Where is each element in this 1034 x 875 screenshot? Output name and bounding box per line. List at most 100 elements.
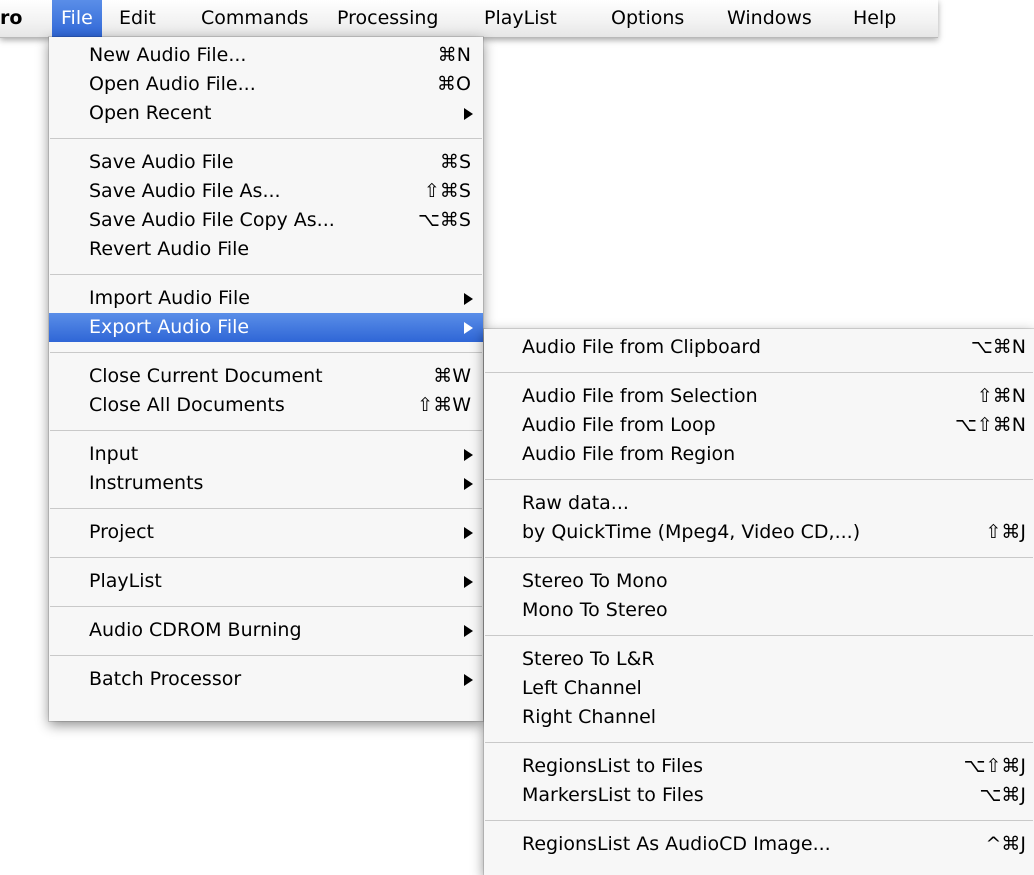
menu-item-save-audio-file[interactable]: Save Audio File ⌘S: [49, 148, 483, 177]
shortcut-label: ⌘S: [439, 151, 471, 173]
shortcut-label: ⌥⌘S: [418, 209, 471, 231]
menu-item-stereo-to-mono[interactable]: Stereo To Mono: [484, 567, 1034, 596]
menu-item-label: Left Channel: [522, 677, 642, 699]
menu-item-open-audio-file[interactable]: Open Audio File... ⌘O: [49, 70, 483, 99]
menu-playlist[interactable]: PlayList: [475, 0, 566, 37]
menu-item-label: Save Audio File Copy As...: [89, 209, 335, 231]
menu-item-audio-file-from-clipboard[interactable]: Audio File from Clipboard ⌥⌘N: [484, 333, 1034, 362]
menu-file[interactable]: File: [52, 0, 102, 37]
menu-item-revert-audio-file[interactable]: Revert Audio File: [49, 235, 483, 264]
app-menu[interactable]: ro: [0, 0, 22, 37]
menu-separator: [50, 557, 482, 558]
menu-item-markerslist-to-files[interactable]: MarkersList to Files ⌥⌘J: [484, 781, 1034, 810]
shortcut-label: ^⌘J: [985, 833, 1026, 855]
shortcut-label: ⌘W: [433, 365, 471, 387]
menu-item-export-audio-file[interactable]: Export Audio File: [49, 313, 483, 342]
menu-item-instruments[interactable]: Instruments: [49, 469, 483, 498]
submenu-arrow-icon: [464, 293, 473, 305]
menu-separator: [50, 352, 482, 353]
menu-item-label: Instruments: [89, 472, 204, 494]
menu-separator: [50, 655, 482, 656]
menu-separator: [485, 372, 1033, 373]
menu-item-label: Audio File from Loop: [522, 414, 716, 436]
submenu-arrow-icon: [464, 108, 473, 120]
menu-item-label: Save Audio File: [89, 151, 234, 173]
menu-separator: [50, 508, 482, 509]
menu-bar: ro File Edit Commands Processing PlayLis…: [0, 0, 938, 38]
menu-item-audio-file-from-selection[interactable]: Audio File from Selection ⇧⌘N: [484, 382, 1034, 411]
menu-item-regionslist-as-audiocd-image[interactable]: RegionsList As AudioCD Image... ^⌘J: [484, 830, 1034, 859]
menu-item-regionslist-to-files[interactable]: RegionsList to Files ⌥⇧⌘J: [484, 752, 1034, 781]
menu-item-close-all-documents[interactable]: Close All Documents ⇧⌘W: [49, 391, 483, 420]
shortcut-label: ⌘O: [437, 73, 471, 95]
shortcut-label: ⇧⌘W: [417, 394, 471, 416]
menu-item-label: MarkersList to Files: [522, 784, 704, 806]
shortcut-label: ⇧⌘S: [424, 180, 471, 202]
menu-item-label: Audio File from Region: [522, 443, 736, 465]
menu-item-label: Export Audio File: [89, 316, 250, 338]
menu-processing[interactable]: Processing: [328, 0, 447, 37]
menu-item-new-audio-file[interactable]: New Audio File... ⌘N: [49, 41, 483, 70]
shortcut-label: ⇧⌘N: [976, 385, 1026, 407]
menu-item-audio-cdrom-burning[interactable]: Audio CDROM Burning: [49, 616, 483, 645]
menu-separator: [485, 557, 1033, 558]
menu-item-label: Audio File from Clipboard: [522, 336, 761, 358]
menu-separator: [50, 430, 482, 431]
menu-item-label: Raw data...: [522, 492, 629, 514]
menu-item-label: Input: [89, 443, 139, 465]
menu-item-audio-file-from-region[interactable]: Audio File from Region: [484, 440, 1034, 469]
submenu-arrow-icon: [464, 478, 473, 490]
file-menu: New Audio File... ⌘N Open Audio File... ⌘O O…: [49, 37, 483, 721]
menu-item-input[interactable]: Input: [49, 440, 483, 469]
submenu-arrow-icon: [464, 625, 473, 637]
menu-item-left-channel[interactable]: Left Channel: [484, 674, 1034, 703]
shortcut-label: ⌥⌘N: [970, 336, 1026, 358]
menu-item-label: RegionsList As AudioCD Image...: [522, 833, 831, 855]
menu-windows[interactable]: Windows: [718, 0, 821, 37]
menu-item-open-recent[interactable]: Open Recent: [49, 99, 483, 128]
menu-item-project[interactable]: Project: [49, 518, 483, 547]
shortcut-label: ⌥⇧⌘N: [954, 414, 1026, 436]
menu-item-label: Project: [89, 521, 155, 543]
menu-item-label: Close Current Document: [89, 365, 323, 387]
menu-item-save-audio-file-copy-as[interactable]: Save Audio File Copy As... ⌥⌘S: [49, 206, 483, 235]
menu-separator: [50, 274, 482, 275]
menu-help[interactable]: Help: [844, 0, 905, 37]
menu-item-by-quicktime-mpeg4-video-cd[interactable]: by QuickTime (Mpeg4, Video CD,...) ⇧⌘J: [484, 518, 1034, 547]
menu-item-label: Audio CDROM Burning: [89, 619, 302, 641]
menu-item-stereo-to-l-r[interactable]: Stereo To L&R: [484, 645, 1034, 674]
menu-item-label: Revert Audio File: [89, 238, 250, 260]
menu-item-audio-file-from-loop[interactable]: Audio File from Loop ⌥⇧⌘N: [484, 411, 1034, 440]
menu-item-label: RegionsList to Files: [522, 755, 704, 777]
menu-item-save-audio-file-as[interactable]: Save Audio File As... ⇧⌘S: [49, 177, 483, 206]
menu-item-label: Open Audio File...: [89, 73, 256, 95]
shortcut-label: ⌥⌘J: [979, 784, 1027, 806]
export-audio-file-submenu: Audio File from Clipboard ⌥⌘N Audio File f…: [484, 329, 1034, 875]
shortcut-label: ⇧⌘J: [985, 521, 1026, 543]
submenu-arrow-icon: [464, 322, 473, 334]
menu-item-raw-data[interactable]: Raw data...: [484, 489, 1034, 518]
menu-edit[interactable]: Edit: [110, 0, 165, 37]
menu-item-close-current-document[interactable]: Close Current Document ⌘W: [49, 362, 483, 391]
submenu-arrow-icon: [464, 527, 473, 539]
menu-item-label: Stereo To L&R: [522, 648, 655, 670]
submenu-arrow-icon: [464, 449, 473, 461]
menu-item-label: Stereo To Mono: [522, 570, 668, 592]
shortcut-label: ⌘N: [437, 44, 471, 66]
menu-options[interactable]: Options: [602, 0, 693, 37]
submenu-arrow-icon: [464, 576, 473, 588]
menu-item-batch-processor[interactable]: Batch Processor: [49, 665, 483, 694]
menu-item-label: Audio File from Selection: [522, 385, 758, 407]
submenu-arrow-icon: [464, 674, 473, 686]
menu-separator: [485, 635, 1033, 636]
menu-item-label: Right Channel: [522, 706, 657, 728]
menu-separator: [50, 138, 482, 139]
menu-item-right-channel[interactable]: Right Channel: [484, 703, 1034, 732]
menu-item-mono-to-stereo[interactable]: Mono To Stereo: [484, 596, 1034, 625]
menu-separator: [485, 820, 1033, 821]
menu-item-label: Import Audio File: [89, 287, 250, 309]
menu-commands[interactable]: Commands: [192, 0, 318, 37]
menu-item-playlist[interactable]: PlayList: [49, 567, 483, 596]
menu-item-label: PlayList: [89, 570, 162, 592]
menu-item-import-audio-file[interactable]: Import Audio File: [49, 284, 483, 313]
